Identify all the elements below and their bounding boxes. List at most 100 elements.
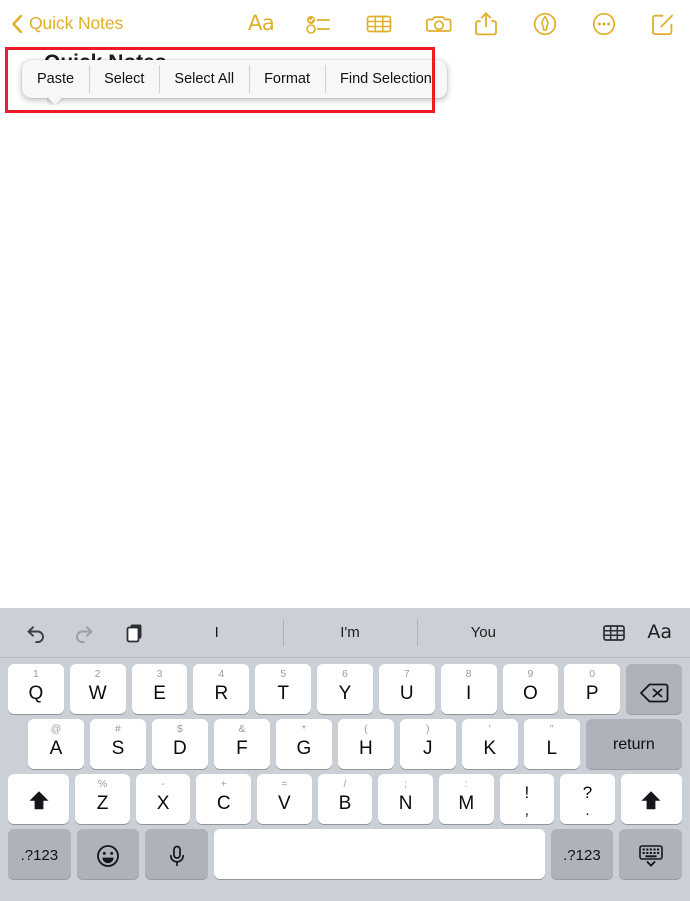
key-shift-right[interactable] bbox=[620, 774, 682, 824]
key-u[interactable]: 7 U bbox=[378, 664, 435, 714]
back-to-notes-button[interactable]: Quick Notes bbox=[11, 13, 123, 34]
key-k[interactable]: ' K bbox=[461, 719, 518, 769]
suggestion-item[interactable]: You bbox=[416, 608, 550, 657]
key-alt-label: 0 bbox=[589, 668, 596, 680]
key-z[interactable]: % Z bbox=[75, 774, 130, 824]
key-c[interactable]: + C bbox=[196, 774, 252, 824]
key-h[interactable]: ( H bbox=[337, 719, 394, 769]
key-t[interactable]: 5 T bbox=[255, 664, 312, 714]
key-b[interactable]: / B bbox=[317, 774, 373, 824]
compose-icon[interactable] bbox=[648, 9, 678, 39]
key-dismiss-keyboard[interactable] bbox=[619, 829, 682, 879]
keyboard-row-1: 1 Q 2 W 3 E 4 R 5 T 6 Y 7 U 8 I 9 O 0 P bbox=[0, 664, 690, 714]
context-menu-label: Select All bbox=[174, 71, 235, 87]
text-format-icon[interactable]: Aa bbox=[647, 623, 672, 642]
microphone-icon bbox=[164, 843, 190, 879]
backspace-icon bbox=[639, 682, 669, 714]
key-space[interactable] bbox=[214, 829, 545, 879]
share-icon[interactable] bbox=[471, 9, 501, 39]
checklist-icon[interactable] bbox=[304, 9, 334, 39]
key-m[interactable]: : M bbox=[438, 774, 494, 824]
context-menu-item-select-all[interactable]: Select All bbox=[159, 60, 249, 98]
key-label: G bbox=[296, 738, 312, 759]
key-alt-label: & bbox=[238, 723, 246, 735]
key-w[interactable]: 2 W bbox=[69, 664, 126, 714]
table-icon[interactable] bbox=[601, 620, 627, 646]
key-sub-label: , bbox=[524, 802, 529, 819]
keyboard-row-2: @ A # S $ D & F * G ( H) J ' K " L retu… bbox=[0, 719, 690, 769]
key-label: K bbox=[483, 738, 497, 759]
paste-clipboard-icon[interactable] bbox=[122, 620, 148, 646]
key-label: M bbox=[458, 793, 475, 814]
key-alt-label: / bbox=[343, 778, 347, 790]
text-edit-context-menu: Paste Select Select All Format Find Sele… bbox=[22, 60, 447, 98]
key-exclamation-comma[interactable]: ! , bbox=[499, 774, 555, 824]
text-format-icon[interactable]: Aa bbox=[248, 13, 275, 34]
key-alt-label: ) bbox=[426, 723, 430, 735]
key-q[interactable]: 1 Q bbox=[8, 664, 64, 714]
camera-icon[interactable] bbox=[424, 9, 454, 39]
markup-pen-icon[interactable] bbox=[530, 9, 560, 39]
key-alt-label: " bbox=[549, 723, 554, 735]
key-r[interactable]: 4 R bbox=[193, 664, 250, 714]
table-icon[interactable] bbox=[364, 9, 394, 39]
key-label: H bbox=[358, 738, 373, 759]
key-backspace[interactable] bbox=[626, 664, 682, 714]
key-v[interactable]: = V bbox=[257, 774, 312, 824]
navbar-center-tools: Aa bbox=[248, 0, 454, 47]
key-alt-label: 8 bbox=[465, 668, 472, 680]
shortcut-bar-right-tools: Aa bbox=[601, 608, 672, 657]
key-shift-left[interactable] bbox=[8, 774, 70, 824]
key-label: .?123 bbox=[563, 847, 601, 864]
key-e[interactable]: 3 E bbox=[131, 664, 188, 714]
key-label: P bbox=[585, 683, 599, 704]
note-editor-body[interactable]: Quick Notes bbox=[0, 47, 690, 608]
key-s[interactable]: # S bbox=[89, 719, 146, 769]
suggestion-item[interactable]: I'm bbox=[283, 608, 416, 657]
key-alt-label: 3 bbox=[156, 668, 163, 680]
undo-icon[interactable] bbox=[22, 620, 48, 646]
key-label: L bbox=[546, 738, 558, 759]
key-o[interactable]: 9 O bbox=[502, 664, 559, 714]
key-x[interactable]: - X bbox=[135, 774, 191, 824]
context-menu-item-find-selection[interactable]: Find Selection bbox=[324, 60, 447, 98]
key-return[interactable]: return bbox=[585, 719, 682, 769]
context-menu-item-paste[interactable]: Paste bbox=[22, 60, 89, 98]
key-d[interactable]: $ D bbox=[151, 719, 208, 769]
redo-icon[interactable] bbox=[72, 620, 98, 646]
key-numeric-left[interactable]: .?123 bbox=[8, 829, 71, 879]
key-question-period[interactable]: ? . bbox=[560, 774, 615, 824]
key-numeric-right[interactable]: .?123 bbox=[550, 829, 614, 879]
key-n[interactable]: ; N bbox=[378, 774, 433, 824]
key-alt-label: # bbox=[115, 723, 121, 735]
key-i[interactable]: 8 I bbox=[440, 664, 497, 714]
key-l[interactable]: " L bbox=[523, 719, 580, 769]
suggestion-item[interactable]: I bbox=[150, 608, 283, 657]
context-menu-item-select[interactable]: Select bbox=[89, 60, 159, 98]
more-ellipsis-icon[interactable] bbox=[589, 9, 619, 39]
key-label: J bbox=[423, 738, 433, 759]
key-p[interactable]: 0 P bbox=[564, 664, 621, 714]
key-y[interactable]: 6 Y bbox=[317, 664, 373, 714]
key-f[interactable]: & F bbox=[213, 719, 270, 769]
key-dictation[interactable] bbox=[145, 829, 209, 879]
navbar-right-tools bbox=[471, 0, 678, 47]
key-alt-label: @ bbox=[50, 723, 62, 735]
context-menu-item-format[interactable]: Format bbox=[249, 60, 325, 98]
chevron-left-icon bbox=[11, 14, 24, 34]
key-alt-label: 4 bbox=[218, 668, 225, 680]
key-alt-label: ' bbox=[488, 723, 491, 735]
top-navigation-bar: Quick Notes Aa bbox=[0, 0, 690, 47]
key-g[interactable]: * G bbox=[275, 719, 332, 769]
key-label: B bbox=[338, 793, 352, 814]
key-label: S bbox=[111, 738, 125, 759]
key-j[interactable]: ) J bbox=[399, 719, 456, 769]
key-emoji[interactable] bbox=[76, 829, 140, 879]
context-menu-label: Paste bbox=[37, 71, 75, 87]
key-label: T bbox=[277, 683, 289, 704]
key-alt-label: + bbox=[220, 778, 227, 790]
key-alt-label: 7 bbox=[403, 668, 410, 680]
key-a[interactable]: @ A bbox=[28, 719, 84, 769]
key-alt-label: 1 bbox=[32, 668, 39, 680]
shortcut-bar-left-tools bbox=[22, 620, 148, 646]
